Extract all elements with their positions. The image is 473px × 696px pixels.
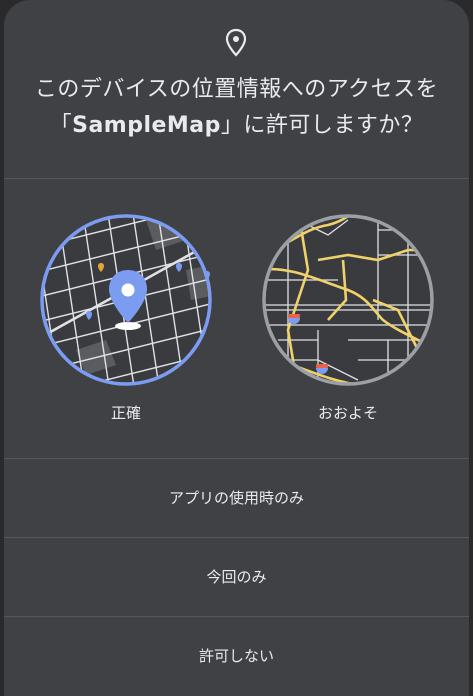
title-suffix: 」に許可しますか？ [220, 113, 424, 138]
location-pin-icon [225, 28, 247, 57]
approximate-location-map-icon [262, 214, 434, 386]
divider [4, 178, 469, 179]
deny-button[interactable]: 許可しない [4, 617, 469, 695]
dialog-header: このデバイスの位置情報へのアクセスを「SampleMap」に許可しますか？ [4, 0, 469, 178]
precise-location-map-icon [40, 214, 212, 386]
app-name: SampleMap [72, 113, 221, 138]
option-precise-label: 正確 [110, 404, 141, 422]
location-permission-dialog: このデバイスの位置情報へのアクセスを「SampleMap」に許可しますか？ 正確… [4, 0, 469, 696]
option-precise[interactable]: 正確 [36, 210, 216, 440]
dialog-title: このデバイスの位置情報へのアクセスを「SampleMap」に許可しますか？ [24, 72, 449, 144]
allow-while-using-button[interactable]: アプリの使用時のみ [4, 459, 469, 537]
allow-once-button[interactable]: 今回のみ [4, 538, 469, 616]
option-approximate[interactable]: おおよそ [258, 210, 438, 440]
option-approximate-label: おおよそ [317, 404, 378, 422]
